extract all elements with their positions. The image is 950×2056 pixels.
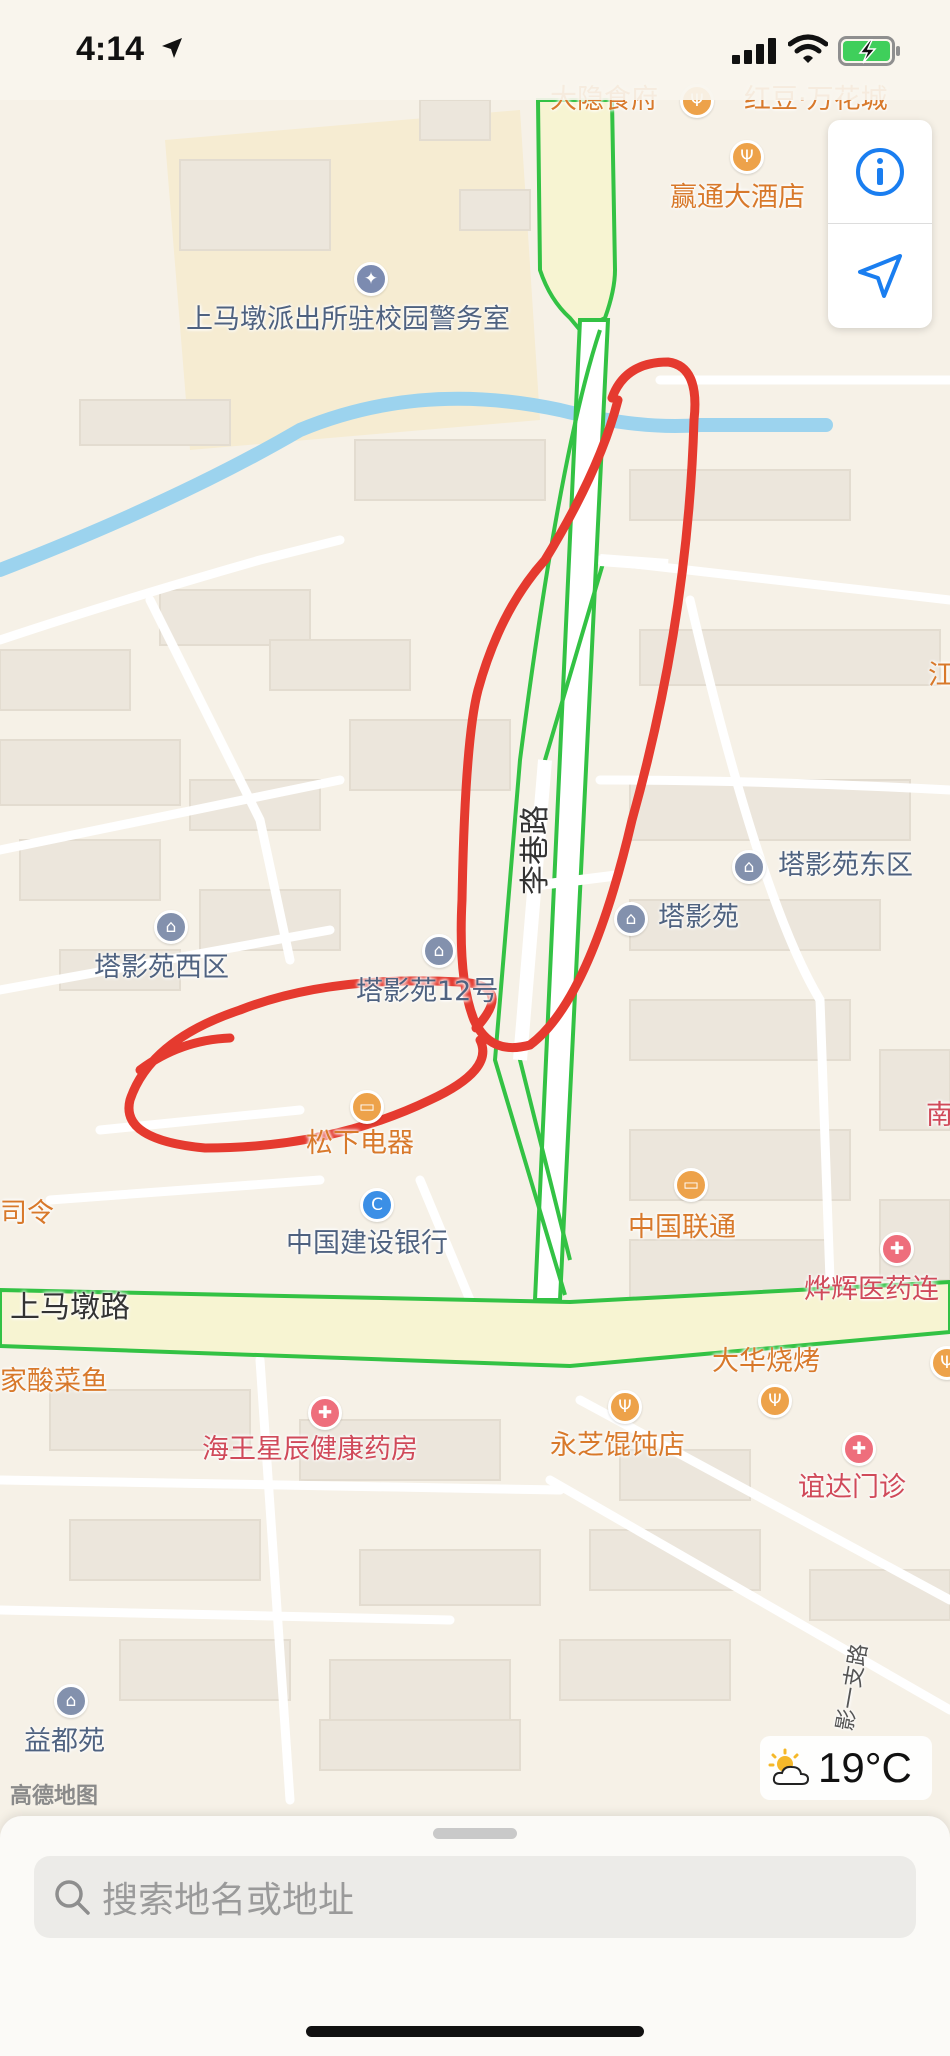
poi-label[interactable]: 赢通大酒店 [670,182,805,214]
poi-label[interactable]: 塔影苑12号 [356,976,498,1008]
residential-pin-icon[interactable]: ⌂ [422,934,456,968]
poi-label[interactable]: 江 [928,660,950,692]
bank-pin-icon[interactable]: C [360,1188,394,1222]
info-icon [856,147,904,196]
poi-label[interactable]: 上马墩派出所驻校园警务室 [186,304,510,336]
poi-label[interactable]: 海王星辰健康药房 [202,1434,418,1466]
search-icon [55,1880,90,1915]
poi-label[interactable]: 谊达门诊 [798,1472,906,1504]
poi-label[interactable]: 南 [926,1100,950,1132]
poi-label[interactable]: 塔影苑东区 [778,850,913,882]
poi-label[interactable]: 永芝馄饨店 [550,1430,685,1462]
status-bar: 4:14 [0,0,950,100]
map-controls [828,120,932,328]
locate-me-button[interactable] [828,224,932,328]
pharmacy-pin-icon[interactable]: ✚ [308,1396,342,1430]
wifi-icon [788,34,828,63]
residential-pin-icon[interactable]: ⌂ [54,1684,88,1718]
residential-pin-icon[interactable]: ⌂ [614,902,648,936]
telecom-store-pin-icon[interactable]: ▭ [674,1168,708,1202]
clinic-pin-icon[interactable]: ✚ [842,1432,876,1466]
poi-label[interactable]: 中国联通 [628,1212,736,1244]
weather-badge: 19°C [760,1736,932,1800]
partly-sunny-icon [768,1748,810,1785]
weather-temperature: 19°C [818,1744,912,1791]
road-label-shangmadun: 上马墩路 [10,1290,130,1325]
signal-icon [732,38,776,64]
poi-label[interactable]: 塔影苑西区 [94,952,229,984]
residential-pin-icon[interactable]: ⌂ [732,850,766,884]
sheet-grabber[interactable] [433,1828,517,1839]
medical-pin-icon[interactable]: ✚ [880,1232,914,1266]
restaurant-pin-icon[interactable]: Ψ [758,1384,792,1418]
poi-label[interactable]: 家酸菜鱼 [0,1366,108,1398]
electronics-store-pin-icon[interactable]: ▭ [350,1090,384,1124]
residential-pin-icon[interactable]: ⌂ [154,910,188,944]
poi-label[interactable]: 中国建设银行 [286,1228,448,1260]
poi-label[interactable]: 塔影苑 [658,902,739,934]
navigation-arrow-icon [858,254,902,298]
search-input-placeholder[interactable]: 搜索地名或地址 [102,1871,354,1923]
poi-label[interactable]: 司令 [0,1198,54,1230]
restaurant-pin-icon[interactable]: Ψ [730,140,764,174]
road-label-lixiang: 李巷路 [518,805,553,895]
poi-label[interactable]: 益都苑 [24,1726,105,1758]
battery-charging-icon [838,36,900,66]
bottom-sheet[interactable]: 搜索地名或地址 [0,1816,950,2056]
poi-label[interactable]: 大华烧烤 [712,1346,820,1378]
map-provider-watermark: 高德地图 [10,1784,99,1809]
poi-label[interactable]: 烨辉医药连 [804,1274,939,1306]
home-indicator[interactable] [306,2026,644,2037]
location-arrow-icon [162,38,182,58]
info-button[interactable] [828,120,932,224]
police-station-pin-icon[interactable]: ✦ [354,262,388,296]
poi-label[interactable]: 松下电器 [306,1128,414,1160]
search-bar[interactable]: 搜索地名或地址 [34,1856,916,1938]
restaurant-pin-icon[interactable]: Ψ [608,1390,642,1424]
status-time: 4:14 [76,30,145,68]
